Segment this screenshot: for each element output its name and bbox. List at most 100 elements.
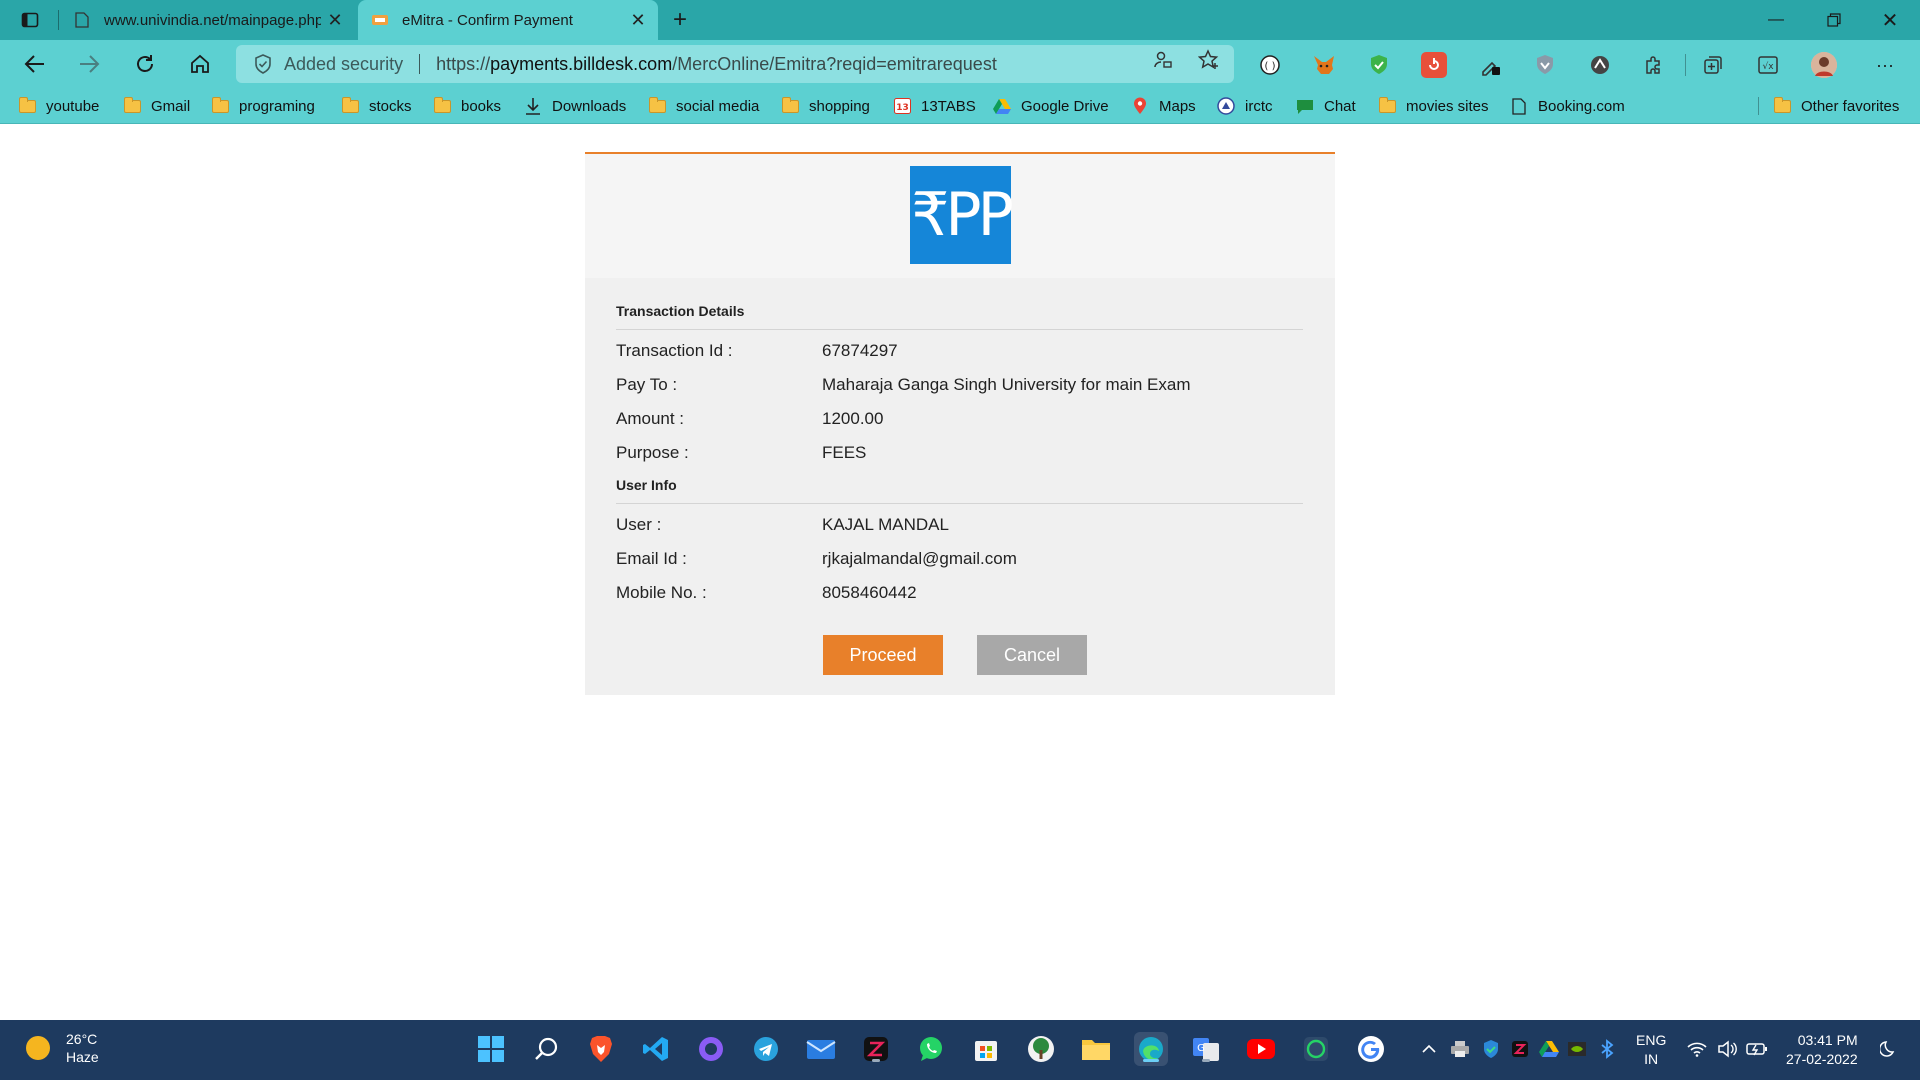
add-favorite-icon[interactable] xyxy=(1198,49,1220,71)
nvidia-tray-icon[interactable] xyxy=(1566,1038,1588,1060)
tab-close-button[interactable]: ✕ xyxy=(624,6,652,34)
defender-tray-icon[interactable] xyxy=(1480,1038,1502,1060)
tab-emitra[interactable]: eMitra - Confirm Payment ✕ xyxy=(358,0,658,40)
weather-condition: Haze xyxy=(66,1049,99,1065)
screen-recorder-app[interactable] xyxy=(859,1032,893,1066)
google-g-icon xyxy=(1358,1036,1384,1062)
telegram-app[interactable] xyxy=(749,1032,783,1066)
whatsapp-app[interactable] xyxy=(914,1032,948,1066)
proceed-button[interactable]: Proceed xyxy=(823,635,943,675)
bookmark-movies-sites[interactable]: movies sites xyxy=(1378,88,1489,124)
svg-text:√x: √x xyxy=(1762,61,1774,72)
bookmark-label: Gmail xyxy=(151,97,191,115)
whatsapp-icon xyxy=(920,1037,942,1061)
bookmark-maps[interactable]: Maps xyxy=(1131,88,1196,124)
bookmark-social-media[interactable]: social media xyxy=(648,88,759,124)
minimize-button[interactable]: — xyxy=(1748,0,1804,40)
extensions-puzzle-icon[interactable] xyxy=(1641,52,1667,78)
tab-title: www.univindia.net/mainpage.php xyxy=(104,11,321,29)
bookmark-google-drive[interactable]: Google Drive xyxy=(993,88,1109,124)
bookmark-stocks[interactable]: stocks xyxy=(341,88,412,124)
restore-button[interactable] xyxy=(1806,0,1862,40)
focus-assist-moon-icon[interactable] xyxy=(1878,1038,1900,1060)
show-hidden-icons-button[interactable] xyxy=(1418,1038,1440,1060)
bookmark-shopping[interactable]: shopping xyxy=(781,88,870,124)
shield-check-extension-icon[interactable] xyxy=(1366,52,1392,78)
bookmark-label: movies sites xyxy=(1406,97,1489,115)
close-window-button[interactable]: ✕ xyxy=(1862,0,1918,40)
address-bar[interactable]: Added security https://payments.billdesk… xyxy=(236,45,1234,83)
bookmark-programing[interactable]: programing xyxy=(211,88,315,124)
google-chrome-app[interactable] xyxy=(1354,1032,1388,1066)
favorites-divider xyxy=(1758,97,1759,115)
tab-univindia[interactable]: www.univindia.net/mainpage.php ✕ xyxy=(60,0,355,40)
cancel-button[interactable]: Cancel xyxy=(977,635,1087,675)
weather-widget[interactable]: 26°C Haze xyxy=(26,1030,99,1066)
folder-icon xyxy=(341,96,359,114)
field-value: Maharaja Ganga Singh University for main… xyxy=(822,375,1191,394)
microsoft-store-app[interactable] xyxy=(969,1032,1003,1066)
profile-avatar[interactable] xyxy=(1811,52,1837,78)
bookmark-youtube[interactable]: youtube xyxy=(18,88,99,124)
system-clock[interactable]: 03:41 PM 27-02-2022 xyxy=(1786,1031,1858,1069)
math-solver-icon[interactable]: √x xyxy=(1755,52,1781,78)
bookmark-gmail[interactable]: Gmail xyxy=(123,88,190,124)
new-tab-button[interactable]: + xyxy=(665,6,695,34)
video-downloader-icon[interactable] xyxy=(1421,52,1447,78)
youtube-icon xyxy=(1247,1039,1275,1059)
privacy-badger-icon[interactable] xyxy=(1532,52,1558,78)
metamask-fox-icon[interactable] xyxy=(1311,52,1337,78)
bookmark-label: Google Drive xyxy=(1021,97,1109,115)
url-text[interactable]: https://payments.billdesk.com/MercOnline… xyxy=(436,54,997,75)
bluetooth-icon[interactable] xyxy=(1596,1038,1618,1060)
field-value: KAJAL MANDAL xyxy=(822,515,949,534)
bookmark-irctc[interactable]: irctc xyxy=(1217,88,1273,124)
start-button[interactable] xyxy=(474,1032,508,1066)
bookmark-label: social media xyxy=(676,97,760,115)
bookmark-13tabs[interactable]: 13 13TABS xyxy=(893,88,976,124)
github-desktop-app[interactable] xyxy=(694,1032,728,1066)
home-button[interactable] xyxy=(183,48,217,80)
input-language-indicator[interactable]: ENG IN xyxy=(1636,1031,1666,1069)
volume-icon[interactable] xyxy=(1716,1038,1738,1060)
wifi-icon[interactable] xyxy=(1686,1038,1708,1060)
forward-button[interactable] xyxy=(72,48,106,80)
tab-close-button[interactable]: ✕ xyxy=(321,6,349,34)
back-button[interactable] xyxy=(18,48,52,80)
google-translate-app[interactable]: G xyxy=(1189,1032,1223,1066)
page-icon xyxy=(74,12,90,28)
url-host: payments.billdesk.com xyxy=(490,53,673,74)
mobile-row: Mobile No. : 8058460442 xyxy=(616,576,1303,610)
file-explorer-app[interactable] xyxy=(1079,1032,1113,1066)
security-label[interactable]: Added security xyxy=(284,54,403,75)
settings-more-button[interactable]: ··· xyxy=(1872,52,1898,78)
recorder-tray-icon[interactable] xyxy=(1509,1038,1531,1060)
bookmark-other-favorites[interactable]: Other favorites xyxy=(1773,88,1899,124)
collections-icon[interactable] xyxy=(1700,52,1726,78)
bookmark-chat[interactable]: Chat xyxy=(1296,88,1356,124)
search-button[interactable] xyxy=(530,1032,564,1066)
mail-app[interactable] xyxy=(804,1032,838,1066)
eyedropper-extension-icon[interactable] xyxy=(1477,52,1503,78)
battery-icon[interactable] xyxy=(1746,1038,1768,1060)
youtube-app[interactable] xyxy=(1244,1032,1278,1066)
windows-logo-icon xyxy=(478,1036,504,1062)
blocker-extension-icon[interactable] xyxy=(1587,52,1613,78)
folder-icon xyxy=(648,96,666,114)
profile-sync-icon[interactable] xyxy=(1152,49,1174,71)
bookmark-booking-com[interactable]: Booking.com xyxy=(1510,88,1625,124)
bookmark-books[interactable]: books xyxy=(433,88,501,124)
extension-tracker-icon[interactable]: ( ) xyxy=(1257,52,1283,78)
whatsapp-business-app[interactable] xyxy=(1299,1032,1333,1066)
brave-browser-app[interactable] xyxy=(584,1032,618,1066)
refresh-button[interactable] xyxy=(128,48,162,80)
brave-lion-icon xyxy=(590,1036,612,1062)
tree-app[interactable] xyxy=(1024,1032,1058,1066)
edge-browser-app[interactable] xyxy=(1134,1032,1168,1066)
bookmark-downloads[interactable]: Downloads xyxy=(524,88,626,124)
vscode-app[interactable] xyxy=(639,1032,673,1066)
printer-tray-icon[interactable] xyxy=(1449,1038,1471,1060)
google-drive-tray-icon[interactable] xyxy=(1538,1038,1560,1060)
tab-actions-menu-button[interactable] xyxy=(14,6,46,34)
shield-icon[interactable] xyxy=(252,53,274,75)
